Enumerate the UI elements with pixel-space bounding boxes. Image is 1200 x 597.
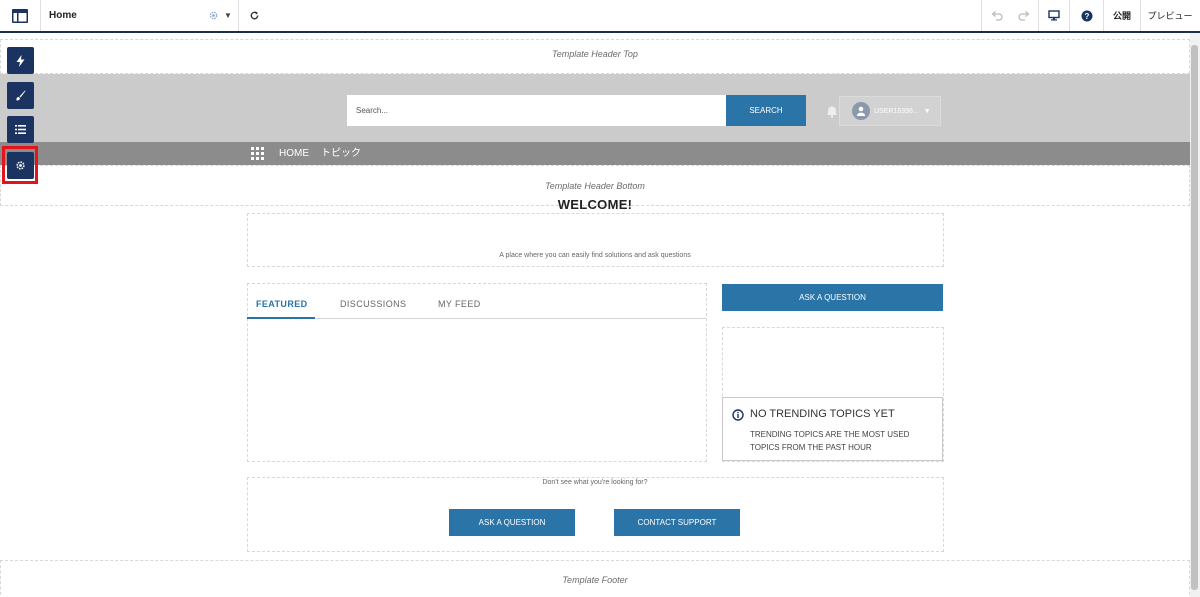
welcome-subtitle: A place where you can easily find soluti… [499, 252, 691, 259]
notification-bell-icon[interactable] [825, 104, 839, 118]
theme-header: Search... SEARCH USER16396... ▼ [0, 74, 1190, 142]
palette-theme-button[interactable] [7, 82, 34, 109]
trending-topics-card: NO TRENDING TOPICS YET TRENDING TOPICS A… [722, 397, 943, 461]
search-button[interactable]: SEARCH [726, 95, 806, 126]
tab-my-feed[interactable]: MY FEED [438, 299, 481, 309]
svg-text:?: ? [1085, 12, 1090, 21]
publish-button[interactable]: 公開 [1104, 0, 1140, 31]
app-launcher-grid-icon[interactable] [251, 147, 264, 160]
footer-label: Template Footer [562, 575, 628, 585]
active-tab-indicator [247, 317, 315, 319]
page-settings-gear-icon[interactable] [205, 0, 221, 31]
navigation-menu: HOME トピック [0, 142, 1190, 165]
search-input[interactable]: Search... [347, 95, 726, 126]
list-icon [15, 125, 26, 134]
feed-tabs-panel[interactable] [247, 283, 707, 462]
help-prompt: Don't see what you're looking for? [542, 479, 648, 486]
lightning-icon [16, 54, 25, 67]
tab-featured[interactable]: FEATURED [256, 299, 308, 309]
contact-support-button[interactable]: CONTACT SUPPORT [614, 509, 740, 536]
preview-button[interactable]: プレビュー [1140, 0, 1200, 31]
palette-page-structure-button[interactable] [7, 116, 34, 143]
info-icon [732, 408, 744, 421]
user-name: USER16396... [874, 107, 919, 115]
brush-icon [16, 90, 26, 101]
undo-icon[interactable] [985, 0, 1009, 31]
header-bottom-label: Template Header Bottom [545, 181, 645, 191]
ask-question-button-bottom[interactable]: ASK A QUESTION [449, 509, 575, 536]
support-section[interactable] [247, 477, 944, 552]
page-canvas: Template Header Top Search... SEARCH USE… [0, 33, 1190, 597]
trending-description: TRENDING TOPICS ARE THE MOST USED TOPICS… [750, 430, 910, 452]
avatar [852, 102, 870, 120]
ask-question-button-top[interactable]: ASK A QUESTION [722, 284, 943, 311]
settings-highlight-frame [2, 146, 38, 184]
user-profile-menu[interactable]: USER16396... ▼ [839, 96, 941, 126]
tab-discussions[interactable]: DISCUSSIONS [340, 299, 406, 309]
scrollbar-thumb[interactable] [1191, 45, 1198, 590]
nav-item-home[interactable]: HOME [279, 142, 309, 165]
builder-logo-icon[interactable] [0, 0, 40, 31]
palette-components-button[interactable] [7, 47, 34, 74]
trending-title: NO TRENDING TOPICS YET [750, 408, 895, 420]
refresh-icon[interactable] [244, 0, 264, 31]
redo-icon[interactable] [1012, 0, 1036, 31]
desktop-device-icon[interactable] [1040, 0, 1068, 31]
tabs-divider [247, 318, 706, 319]
header-top-label: Template Header Top [552, 49, 638, 59]
help-icon[interactable]: ? [1073, 0, 1101, 31]
welcome-title: WELCOME! [557, 197, 633, 212]
nav-item-topics[interactable]: トピック [321, 142, 361, 165]
chevron-down-icon: ▼ [923, 107, 931, 115]
builder-toolbar: Home ▼ ? 公開 プレビュー [0, 0, 1200, 33]
page-dropdown-chevron-icon[interactable]: ▼ [222, 0, 234, 31]
